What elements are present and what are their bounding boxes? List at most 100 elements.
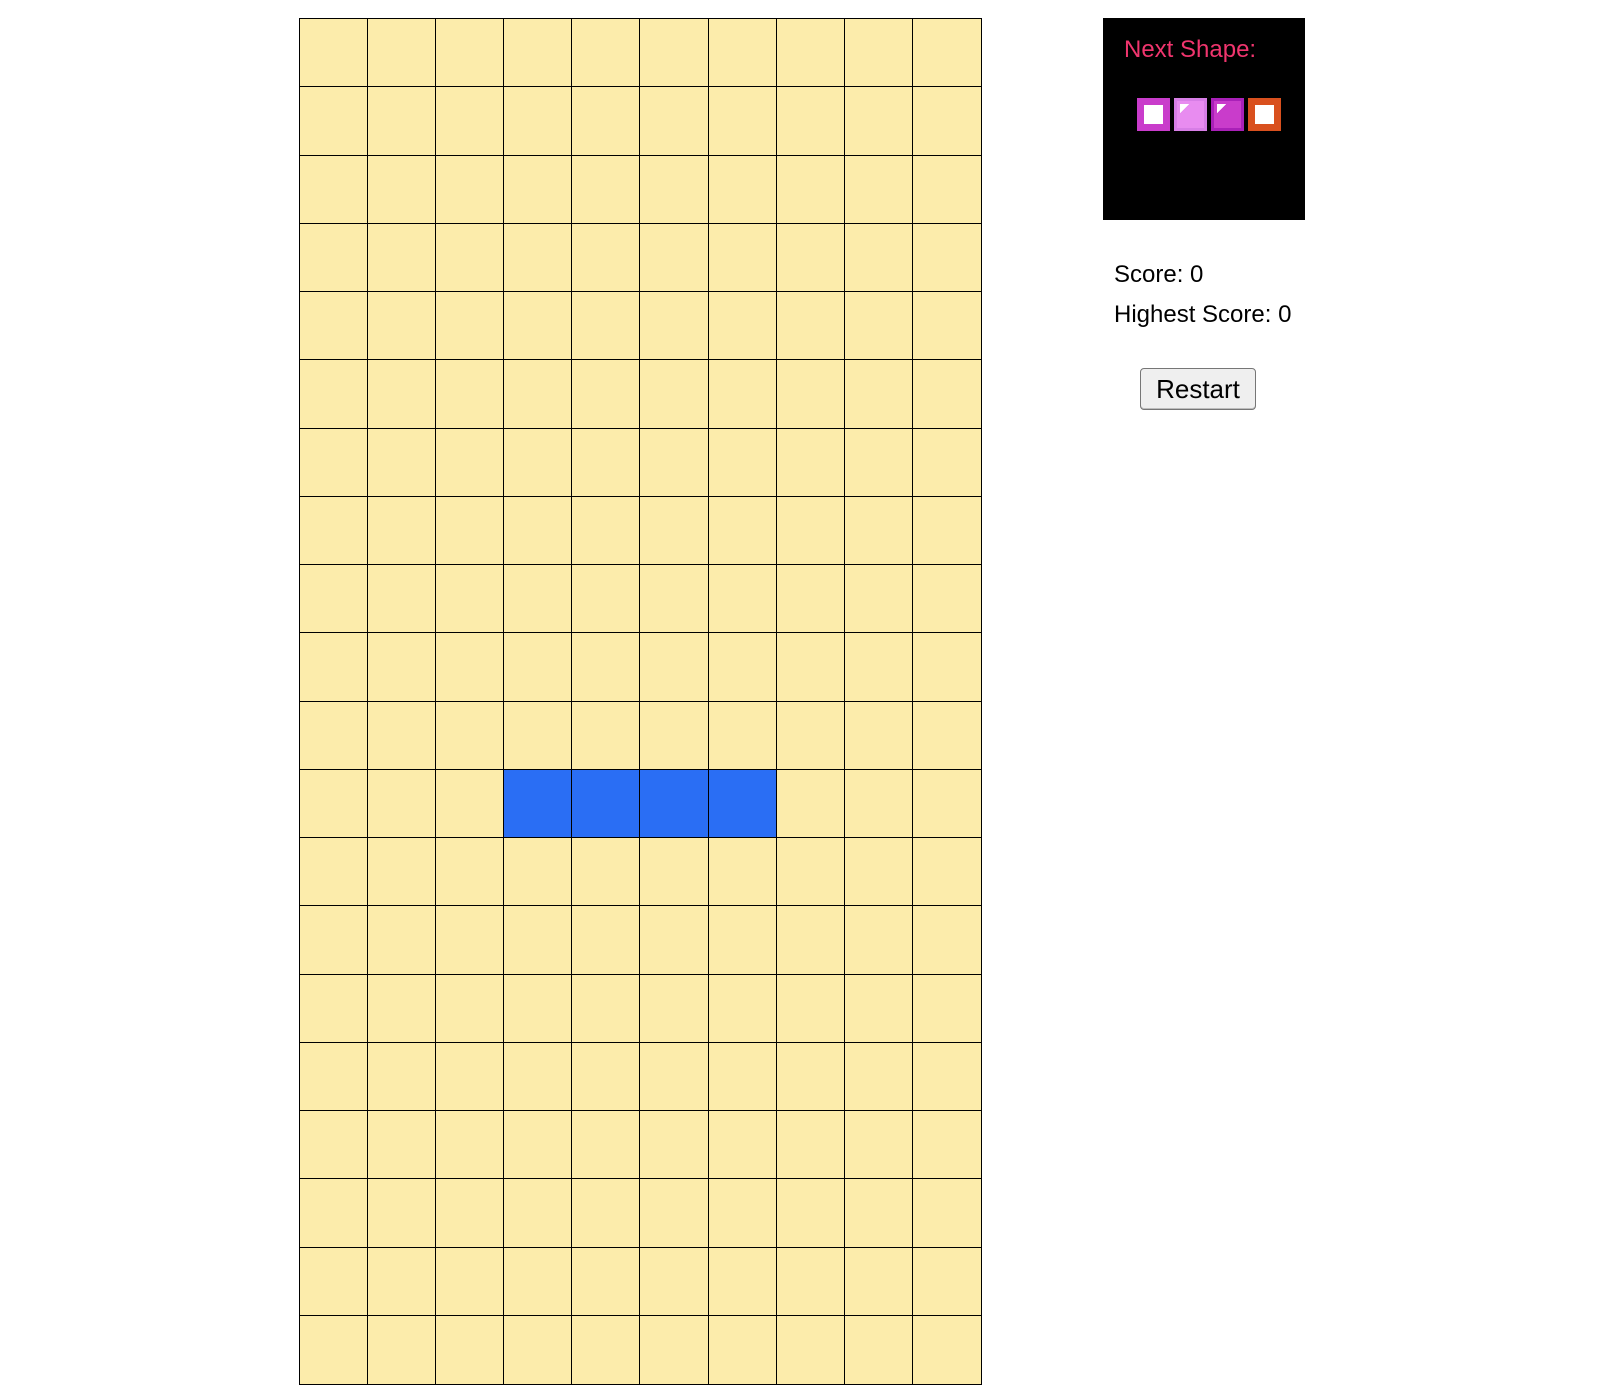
- board-cell: [776, 769, 845, 838]
- board-cell: [572, 633, 641, 702]
- board-cell: [844, 428, 913, 497]
- board-cell: [708, 292, 777, 361]
- board-cell: [844, 292, 913, 361]
- board-cell: [912, 974, 981, 1043]
- board-cell: [776, 1179, 845, 1248]
- board-cell: [572, 496, 641, 565]
- board-cell: [436, 1042, 505, 1111]
- board-cell: [504, 155, 573, 224]
- board-cell: [368, 1247, 437, 1316]
- board-cell: [708, 1247, 777, 1316]
- board-cell: [776, 223, 845, 292]
- board-cell: [368, 223, 437, 292]
- board-cell: [300, 292, 369, 361]
- board-cell: [572, 428, 641, 497]
- board-cell: [844, 496, 913, 565]
- board-cell: [844, 1315, 913, 1384]
- next-shape-block: [1174, 98, 1207, 131]
- restart-button[interactable]: Restart: [1140, 368, 1256, 410]
- board-cell: [844, 769, 913, 838]
- board-cell: [300, 1247, 369, 1316]
- board-cell: [300, 155, 369, 224]
- board-cell: [844, 1247, 913, 1316]
- board-cell: [640, 1315, 709, 1384]
- board-cell: [776, 87, 845, 156]
- board-cell: [504, 19, 573, 88]
- board-cell: [708, 838, 777, 907]
- board-cell: [436, 1315, 505, 1384]
- board-cell: [368, 838, 437, 907]
- board-cell: [572, 1247, 641, 1316]
- board-cell: [504, 1042, 573, 1111]
- next-shape-panel: Next Shape:: [1103, 18, 1305, 220]
- highest-score-label: Highest Score: 0: [1114, 301, 1292, 328]
- board-cell: [504, 701, 573, 770]
- board-cell: [436, 974, 505, 1043]
- board-cell: [368, 565, 437, 634]
- board-cell: [912, 906, 981, 975]
- board-cell: [572, 701, 641, 770]
- board-cell: [436, 223, 505, 292]
- board-cell: [640, 428, 709, 497]
- board-cell: [436, 838, 505, 907]
- game-board: [299, 18, 982, 1385]
- board-cell: [776, 633, 845, 702]
- board-cell: [640, 87, 709, 156]
- board-cell: [912, 565, 981, 634]
- board-cell: [912, 360, 981, 429]
- board-cell: [436, 292, 505, 361]
- board-cell: [368, 292, 437, 361]
- board-cell: [912, 496, 981, 565]
- board-cell: [300, 87, 369, 156]
- next-shape-preview: [1137, 98, 1281, 132]
- board-cell: [708, 496, 777, 565]
- board-cell: [912, 223, 981, 292]
- board-cell: [504, 906, 573, 975]
- board-cell: [912, 19, 981, 88]
- board-cell: [504, 428, 573, 497]
- board-cell: [368, 155, 437, 224]
- board-cell: [436, 769, 505, 838]
- board-cell: [640, 974, 709, 1043]
- board-cell: [912, 1042, 981, 1111]
- board-cell: [844, 701, 913, 770]
- board-cell: [844, 633, 913, 702]
- board-cell: [368, 1315, 437, 1384]
- board-cell: [504, 1111, 573, 1180]
- board-cell: [436, 155, 505, 224]
- board-cell: [572, 292, 641, 361]
- board-cell: [504, 565, 573, 634]
- board-cell: [844, 155, 913, 224]
- board-cell: [572, 1111, 641, 1180]
- board-cell: [572, 838, 641, 907]
- board-cell: [368, 1042, 437, 1111]
- board-cell: [776, 360, 845, 429]
- board-cell: [708, 701, 777, 770]
- score-area: Score: 0 Highest Score: 0: [1114, 255, 1291, 335]
- board-cell: [776, 701, 845, 770]
- board-cell: [912, 155, 981, 224]
- board-cell: [504, 1179, 573, 1248]
- board-cell: [368, 87, 437, 156]
- board-cell: [504, 974, 573, 1043]
- board-cell: [708, 1315, 777, 1384]
- active-piece-cell: [504, 769, 573, 838]
- board-cell: [912, 838, 981, 907]
- board-cell: [300, 565, 369, 634]
- board-cell: [912, 428, 981, 497]
- board-cell: [504, 1247, 573, 1316]
- board-cell: [912, 1179, 981, 1248]
- board-cell: [504, 360, 573, 429]
- board-cell: [912, 1247, 981, 1316]
- board-cell: [368, 769, 437, 838]
- active-piece-cell: [640, 769, 709, 838]
- board-cell: [368, 1111, 437, 1180]
- board-cell: [300, 701, 369, 770]
- board-cell: [504, 838, 573, 907]
- board-cell: [504, 633, 573, 702]
- board-cell: [844, 906, 913, 975]
- board-cell: [776, 155, 845, 224]
- board-cell: [640, 496, 709, 565]
- board-cell: [776, 428, 845, 497]
- board-cell: [300, 496, 369, 565]
